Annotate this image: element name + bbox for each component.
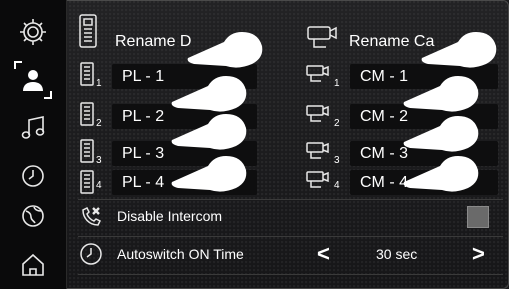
music-note-icon[interactable] xyxy=(16,111,50,145)
hand-pointer-icon xyxy=(403,156,479,192)
hand-pointer-icon xyxy=(187,32,263,68)
door-index: 4 xyxy=(96,180,102,191)
camera-icon xyxy=(305,64,333,89)
hand-pointer-icon xyxy=(403,76,479,112)
autoswitch-value: 30 sec xyxy=(376,246,418,262)
door-panel-header-icon xyxy=(78,14,98,53)
door-index: 2 xyxy=(96,118,102,129)
camera-icon xyxy=(305,104,333,129)
decrease-arrow-button[interactable]: < xyxy=(317,243,330,265)
rename-door-label: Rename D xyxy=(115,33,192,50)
camera-icon xyxy=(305,170,333,195)
camera-index: 2 xyxy=(334,118,340,129)
autoswitch-label: Autoswitch ON Time xyxy=(117,246,244,262)
divider xyxy=(78,199,503,200)
door-panel-icon xyxy=(80,139,94,168)
divider xyxy=(78,274,503,275)
hand-pointer-icon xyxy=(403,116,479,152)
camera-index: 3 xyxy=(334,155,340,166)
hand-pointer-icon xyxy=(171,114,247,150)
camera-icon xyxy=(305,141,333,166)
increase-arrow-button[interactable]: > xyxy=(472,243,485,265)
camera-index: 1 xyxy=(334,78,340,89)
divider xyxy=(78,236,503,237)
globe-icon[interactable] xyxy=(16,199,50,233)
clock-icon[interactable] xyxy=(16,159,50,193)
door-index: 3 xyxy=(96,155,102,166)
hand-pointer-icon xyxy=(171,76,247,112)
door-panel-icon xyxy=(80,62,94,91)
hand-pointer-icon xyxy=(171,156,247,192)
home-icon[interactable] xyxy=(16,247,50,281)
settings-gear-icon[interactable] xyxy=(16,15,50,49)
camera-index: 4 xyxy=(334,180,340,191)
hand-pointer-icon xyxy=(421,32,497,68)
disable-intercom-checkbox[interactable] xyxy=(467,206,489,228)
door-panel-icon xyxy=(80,102,94,131)
camera-header-icon xyxy=(306,24,342,55)
timer-clock-icon xyxy=(79,242,103,271)
disable-intercom-label: Disable Intercom xyxy=(117,208,223,224)
sidebar xyxy=(0,0,67,289)
door-index: 1 xyxy=(96,78,102,89)
intercom-disabled-icon xyxy=(78,204,104,235)
user-profile-icon[interactable] xyxy=(14,61,52,99)
door-panel-icon xyxy=(80,170,94,199)
